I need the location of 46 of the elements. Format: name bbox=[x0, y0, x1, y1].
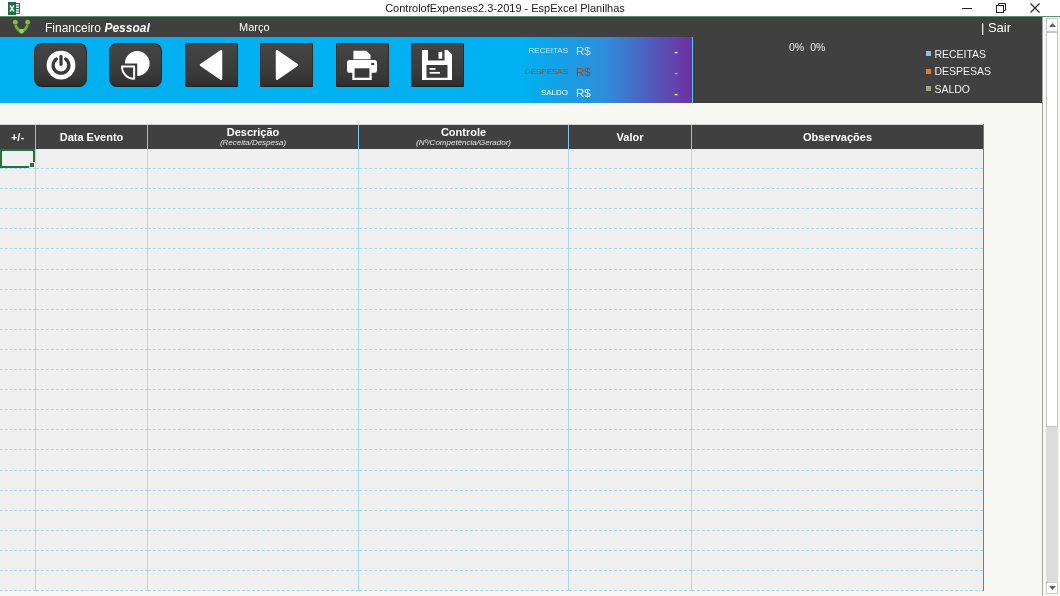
scroll-up-button[interactable] bbox=[1046, 18, 1058, 32]
power-button[interactable] bbox=[34, 43, 87, 87]
exit-link[interactable]: | Sair bbox=[980, 19, 1011, 35]
scroll-down-button[interactable] bbox=[1046, 582, 1058, 594]
previous-button[interactable] bbox=[184, 43, 238, 87]
percent-label: 0% bbox=[789, 41, 805, 53]
column-subtitle: (Nº/Competência/Gerador) bbox=[416, 138, 511, 148]
column-title: Descrição bbox=[226, 126, 280, 138]
restore-icon bbox=[996, 3, 1006, 13]
column-title: Observações bbox=[802, 131, 873, 143]
close-icon bbox=[1030, 3, 1040, 13]
app-title: Financeiro Pessoal bbox=[45, 21, 150, 35]
left-triangle-icon bbox=[199, 50, 224, 80]
column-title: Valor bbox=[616, 131, 644, 143]
down-arrow-icon bbox=[1048, 586, 1056, 590]
print-button[interactable] bbox=[335, 43, 389, 87]
summary-label: RECEITAS bbox=[528, 46, 568, 55]
legend-label: DESPESAS bbox=[934, 65, 991, 78]
currency-symbol: R$ bbox=[576, 65, 591, 78]
window-title: ControlofExpenses2.3-2019 - EspExcel Planilhas bbox=[385, 2, 625, 14]
column-title: Data Evento bbox=[59, 131, 124, 143]
right-triangle-icon bbox=[274, 50, 299, 80]
logo-icon bbox=[12, 19, 31, 35]
column-subtitle: (Receita/Despesa) bbox=[219, 138, 287, 148]
legend-label: RECEITAS bbox=[934, 47, 987, 60]
column-title: Controle bbox=[440, 126, 487, 138]
scrollbar-thumb[interactable] bbox=[1046, 32, 1058, 427]
chart-button[interactable] bbox=[109, 43, 163, 87]
save-button[interactable] bbox=[410, 43, 464, 87]
currency-symbol: R$ bbox=[576, 86, 591, 99]
month-label: Março bbox=[239, 21, 270, 33]
power-icon bbox=[45, 50, 76, 80]
summary-value: - bbox=[674, 65, 678, 78]
summary-value: - bbox=[674, 86, 678, 99]
summary-label: DESPESAS bbox=[524, 67, 568, 76]
percent-label: 0% bbox=[810, 41, 826, 53]
column-title: +/- bbox=[10, 131, 25, 143]
minimize-icon bbox=[962, 7, 972, 9]
summary-value: - bbox=[674, 44, 678, 57]
up-arrow-icon bbox=[1048, 23, 1056, 27]
summary-label: SALDO bbox=[540, 88, 568, 97]
legend-label: SALDO bbox=[934, 82, 970, 95]
next-button[interactable] bbox=[260, 43, 314, 87]
printer-icon bbox=[347, 50, 378, 80]
pie-chart-icon bbox=[121, 50, 151, 80]
currency-symbol: R$ bbox=[576, 44, 591, 57]
